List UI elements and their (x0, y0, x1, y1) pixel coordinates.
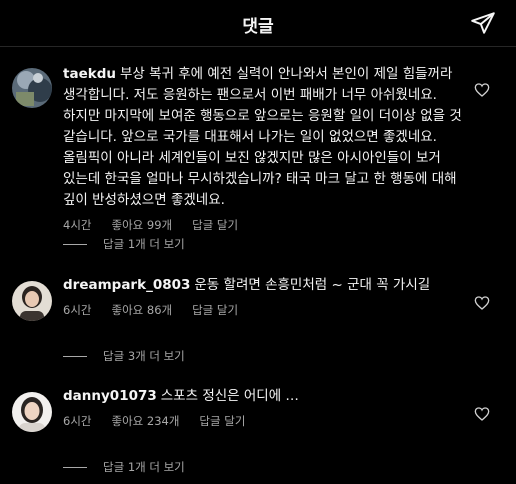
header-divider (0, 46, 516, 47)
replies-divider-line (63, 243, 87, 245)
comment-text-block: danny01073 스포츠 정신은 어디에 … (63, 386, 463, 407)
comment-time: 6시간 (63, 303, 92, 317)
avatar[interactable] (12, 281, 52, 321)
comment-text: 부상 복귀 후에 예전 실력이 안나와서 본인이 제일 힘들꺼라 생각합니다. … (63, 66, 462, 208)
comment-likes[interactable]: 좋아요 99개 (111, 217, 172, 233)
comment-text: 운동 할려면 손흥민처럼 ~ 군대 꼭 가시길 (194, 277, 431, 293)
comment-username[interactable]: danny01073 (63, 388, 157, 404)
comment-likes[interactable]: 좋아요 86개 (111, 302, 172, 318)
comment-time: 4시간 (63, 218, 92, 232)
comment-username[interactable]: dreampark_0803 (63, 277, 190, 293)
view-replies-label: 답글 3개 더 보기 (103, 349, 185, 363)
comment-time: 6시간 (63, 414, 92, 428)
reply-button[interactable]: 답글 달기 (192, 217, 238, 233)
replies-divider-line (63, 466, 87, 468)
heart-icon[interactable] (474, 406, 490, 422)
comment-text-block: dreampark_0803 운동 할려면 손흥민처럼 ~ 군대 꼭 가시길 (63, 275, 463, 296)
comment-meta: 6시간 좋아요 234개 답글 달기 (63, 413, 463, 429)
view-replies-label: 답글 1개 더 보기 (103, 237, 185, 251)
view-replies-button[interactable]: 답글 3개 더 보기 (63, 348, 185, 364)
reply-button[interactable]: 답글 달기 (199, 413, 245, 429)
header: 댓글 (0, 0, 516, 46)
comment-meta: 6시간 좋아요 86개 답글 달기 (63, 302, 463, 318)
avatar[interactable] (12, 68, 52, 108)
paper-plane-icon[interactable] (470, 10, 496, 36)
replies-divider-line (63, 355, 87, 357)
avatar[interactable] (12, 392, 52, 432)
comment-text-block: taekdu 부상 복귀 후에 예전 실력이 안나와서 본인이 제일 힘들꺼라 생… (63, 64, 463, 211)
view-replies-button[interactable]: 답글 1개 더 보기 (63, 236, 185, 252)
comment-meta: 4시간 좋아요 99개 답글 달기 (63, 217, 463, 233)
comment-likes[interactable]: 좋아요 234개 (111, 413, 179, 429)
reply-button[interactable]: 답글 달기 (192, 302, 238, 318)
view-replies-label: 답글 1개 더 보기 (103, 460, 185, 474)
view-replies-button[interactable]: 답글 1개 더 보기 (63, 459, 185, 475)
comment-text: 스포츠 정신은 어디에 … (160, 388, 299, 404)
page-title: 댓글 (242, 17, 274, 37)
heart-icon[interactable] (474, 295, 490, 311)
comment-username[interactable]: taekdu (63, 66, 116, 82)
heart-icon[interactable] (474, 82, 490, 98)
